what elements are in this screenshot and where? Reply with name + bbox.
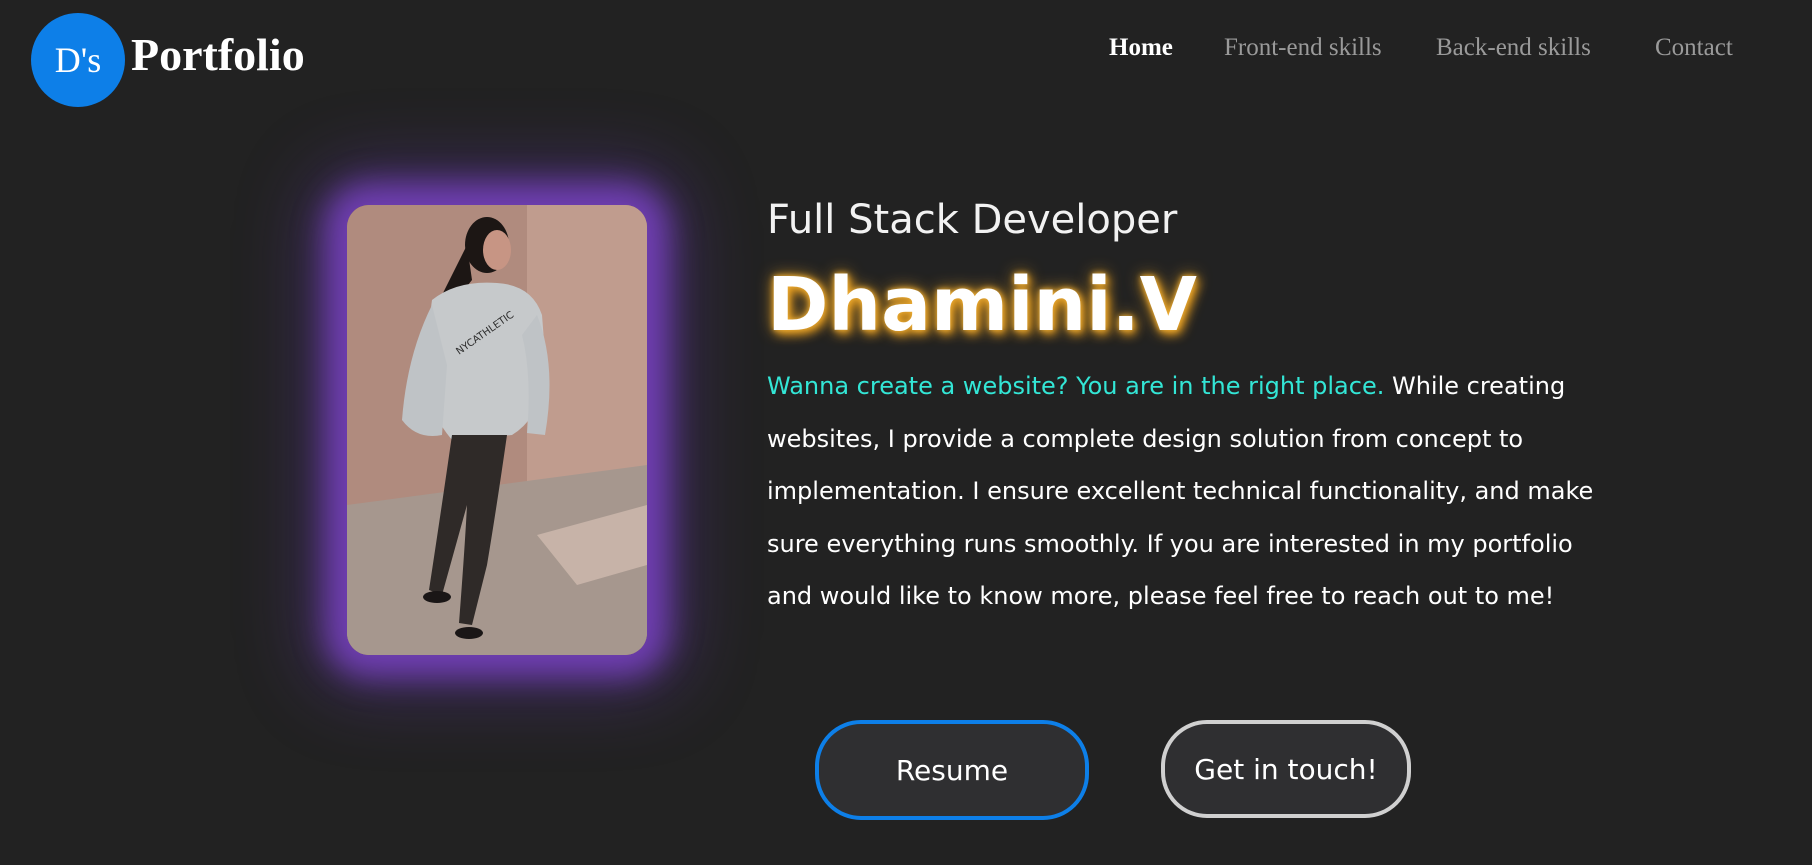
intro-text: While creating websites, I provide a com…	[767, 372, 1594, 610]
intro-highlight: Wanna create a website? You are in the r…	[767, 372, 1385, 400]
resume-button-label: Resume	[895, 753, 1009, 787]
resume-button[interactable]: Resume	[815, 720, 1089, 820]
nav-contact-link[interactable]: Contact	[1655, 34, 1733, 62]
name-heading: Dhamini.V	[767, 262, 1197, 348]
profile-photo: NYCATHLETIC	[347, 205, 647, 655]
get-in-touch-button[interactable]: Get in touch!	[1161, 720, 1411, 818]
nav-frontend-skills-link[interactable]: Front-end skills	[1224, 34, 1382, 62]
nav-home-link[interactable]: Home	[1109, 34, 1173, 62]
nav-backend-skills-link[interactable]: Back-end skills	[1436, 34, 1591, 62]
portfolio-page: D's Portfolio Home Front-end skills Back…	[0, 0, 1812, 865]
get-in-touch-button-label: Get in touch!	[1194, 752, 1378, 786]
intro-paragraph: Wanna create a website? You are in the r…	[767, 360, 1607, 623]
role-title: Full Stack Developer	[767, 197, 1178, 243]
main-nav: Home Front-end skills Back-end skills Co…	[0, 34, 1812, 74]
profile-photo-image: NYCATHLETIC	[347, 205, 647, 655]
